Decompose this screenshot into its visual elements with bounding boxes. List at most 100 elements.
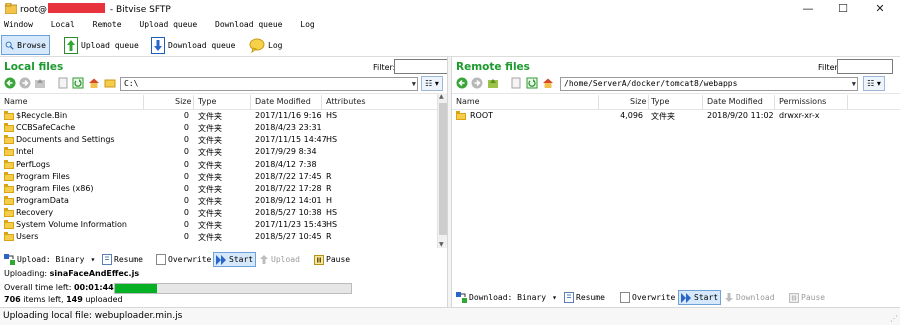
forward-arrow-icon[interactable] [471, 77, 483, 89]
col-size-header[interactable]: Size [630, 97, 646, 106]
cell-size: 0 [183, 171, 189, 181]
menu-bar: Window Local Remote Upload queue Downloa… [0, 20, 324, 32]
forward-arrow-icon[interactable] [19, 77, 31, 89]
menu-download-queue[interactable]: Download queue [215, 20, 282, 29]
upload-arrow-icon [64, 36, 78, 54]
uploading-file-name: sinaFaceAndEffec.js [49, 269, 140, 278]
new-file-icon[interactable] [57, 77, 69, 89]
menu-upload-queue[interactable]: Upload queue [139, 20, 197, 29]
download-start-button[interactable]: Start [678, 290, 722, 305]
cell-name: ROOT [470, 111, 494, 120]
resize-grip-icon[interactable]: ⋰ [890, 314, 898, 323]
chevron-down-icon: ▾ [90, 255, 96, 264]
col-date-header[interactable]: Date Modified [255, 97, 311, 106]
remote-view-mode-button[interactable]: ☷ ▾ [863, 76, 885, 91]
menu-remote[interactable]: Remote [93, 20, 122, 29]
file-row[interactable]: ROOT 4,096 文件夹 2018/9/20 11:02 drwxr-xr-x [452, 110, 900, 122]
scroll-down-arrow[interactable]: ▼ [439, 241, 444, 248]
col-name-header[interactable]: Name [456, 97, 480, 106]
local-filter-input[interactable] [394, 59, 448, 74]
upload-start-button[interactable]: Start [213, 252, 257, 267]
upload-progress-bar [114, 283, 352, 294]
download-button[interactable]: Download [722, 290, 777, 305]
download-mode-dropdown[interactable]: Download: Binary ▾ [454, 290, 559, 305]
file-row[interactable]: Documents and Settings 0 文件夹 2017/11/15 14:… [0, 134, 437, 146]
minimize-button[interactable]: — [792, 0, 824, 18]
upload-resume-button[interactable]: Resume [100, 252, 145, 267]
download-pause-button[interactable]: Pause [787, 290, 827, 305]
file-row[interactable]: Recovery 0 文件夹 2018/5/27 10:38 HS [0, 207, 437, 219]
upload-queue-button[interactable]: Upload queue [61, 35, 142, 55]
menu-local[interactable]: Local [51, 20, 75, 29]
pause-icon [789, 292, 799, 303]
remote-path-input[interactable]: /home/ServerA/docker/tomcat8/webapps ▼ [560, 77, 858, 91]
browse-button[interactable]: Browse [1, 35, 50, 55]
log-button[interactable]: Log [246, 35, 285, 55]
cell-attr: H [326, 195, 333, 205]
cell-name: Program Files [16, 171, 70, 181]
cell-type: 文件夹 [198, 196, 222, 206]
file-row[interactable]: ProgramData 0 文件夹 2018/9/12 14:01 H [0, 195, 437, 207]
refresh-icon[interactable] [72, 77, 84, 89]
upload-transfer-bar: Upload: Binary ▾ Resume Overwrite Start … [2, 252, 446, 268]
refresh-icon[interactable] [526, 77, 538, 89]
cell-type: 文件夹 [198, 233, 222, 243]
chevron-down-icon[interactable]: ▼ [852, 78, 856, 90]
close-button[interactable]: ✕ [864, 0, 896, 18]
file-row[interactable]: Intel 0 文件夹 2017/9/29 8:34 [0, 146, 437, 158]
download-overwrite-button[interactable]: Overwrite [618, 290, 677, 305]
upload-arrow-icon [260, 255, 268, 264]
col-permissions-header[interactable]: Permissions [779, 97, 826, 106]
download-resume-button[interactable]: Resume [562, 290, 607, 305]
col-size-header[interactable]: Size [175, 97, 191, 106]
home-icon[interactable] [88, 77, 100, 89]
local-path-input[interactable]: C:\ ▼ [120, 77, 418, 91]
cell-size: 0 [183, 123, 189, 133]
back-arrow-icon[interactable] [4, 77, 16, 89]
folder-icon [4, 232, 14, 242]
upload-overwrite-button[interactable]: Overwrite [154, 252, 213, 267]
chevron-down-icon[interactable]: ▼ [412, 78, 416, 90]
parent-folder-icon[interactable] [487, 77, 499, 89]
menu-window[interactable]: Window [4, 20, 33, 29]
back-arrow-icon[interactable] [456, 77, 468, 89]
download-mode-label: Download: Binary [469, 293, 547, 302]
new-file-icon[interactable] [510, 77, 522, 89]
col-type-header[interactable]: Type [198, 97, 216, 106]
file-row[interactable]: $Recycle.Bin 0 文件夹 2017/11/16 9:16 HS [0, 110, 437, 122]
menu-log[interactable]: Log [300, 20, 314, 29]
file-row[interactable]: Users 0 文件夹 2018/5/27 10:45 R [0, 231, 437, 243]
overwrite-icon [620, 292, 630, 303]
col-date-header[interactable]: Date Modified [707, 97, 763, 106]
cell-date: 2017/11/15 14:47 [255, 135, 327, 145]
home-icon[interactable] [542, 77, 554, 89]
parent-folder-icon[interactable] [34, 77, 46, 89]
upload-button[interactable]: Upload [257, 252, 302, 267]
file-row[interactable]: PerfLogs 0 文件夹 2018/4/12 7:38 [0, 159, 437, 171]
remote-nav-bar: /home/ServerA/docker/tomcat8/webapps ▼ ☷… [452, 76, 900, 92]
local-filter-label: Filter: [373, 63, 396, 72]
download-queue-button[interactable]: Download queue [148, 35, 238, 55]
maximize-button[interactable]: ☐ [827, 0, 859, 18]
file-row[interactable]: Program Files (x86) 0 文件夹 2018/7/22 17:28 R [0, 183, 437, 195]
file-row[interactable]: System Volume Information 0 文件夹 2017/11/23 … [0, 219, 437, 231]
file-row[interactable]: CCBSafeCache 0 文件夹 2018/4/23 23:31 [0, 122, 437, 134]
folder-icon [4, 183, 14, 193]
upload-pause-button[interactable]: Pause [312, 252, 352, 267]
file-row[interactable]: Program Files 0 文件夹 2018/7/22 17:45 R [0, 171, 437, 183]
col-attributes-header[interactable]: Attributes [326, 97, 366, 106]
uploading-label: Uploading: [4, 269, 48, 278]
open-folder-icon[interactable] [104, 77, 116, 89]
browse-label: Browse [17, 40, 46, 50]
local-vertical-scrollbar[interactable]: ▲ ▼ [437, 93, 447, 248]
scroll-thumb[interactable] [439, 103, 447, 235]
upload-mode-dropdown[interactable]: Upload: Binary ▾ [2, 252, 97, 267]
col-type-header[interactable]: Type [651, 97, 669, 106]
start-icon [681, 292, 691, 303]
col-name-header[interactable]: Name [4, 97, 28, 106]
scroll-up-arrow[interactable]: ▲ [439, 93, 444, 100]
local-view-mode-button[interactable]: ☷ ▾ [421, 76, 443, 91]
cell-size: 0 [183, 195, 189, 205]
remote-filter-input[interactable] [837, 59, 893, 74]
cell-size: 0 [183, 135, 189, 145]
